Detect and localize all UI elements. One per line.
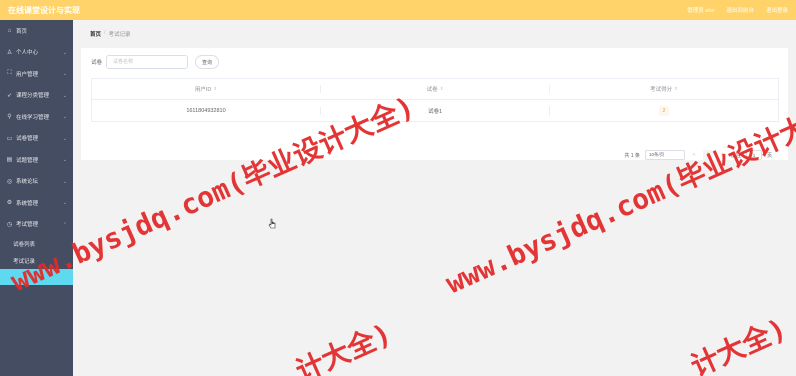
chevron-down-icon: ⌄ bbox=[62, 157, 67, 163]
column-header-user-id[interactable]: 用户ID ⇕ bbox=[92, 85, 320, 93]
sidebar-item-questions[interactable]: ▤ 试题管理 ⌄ bbox=[0, 149, 73, 171]
chevron-up-icon: ⌃ bbox=[62, 221, 67, 228]
chevron-down-icon: ⌄ bbox=[62, 178, 67, 185]
hand-cursor-icon bbox=[268, 218, 276, 229]
sidebar-item-label: 首页 bbox=[16, 28, 28, 35]
sidebar-item-label: 课程分类管理 bbox=[16, 93, 50, 100]
sidebar-subitem-exam-records[interactable]: 考试记录 bbox=[0, 252, 73, 269]
sidebar-item-label: 系统论坛 bbox=[16, 179, 39, 186]
pin-icon: ⚲ bbox=[7, 114, 12, 121]
main-content: 首页 / 考试记录 试卷 查询 用户ID ⇕ 试卷 ⇕ 考试得分 ⇕ bbox=[73, 20, 796, 376]
sidebar-item-online-learning[interactable]: ⚲ 在线学习管理 ⌄ bbox=[0, 106, 73, 128]
sidebar-item-forum[interactable]: ◎ 系统论坛 ⌄ bbox=[0, 171, 73, 193]
goto-unit: 页 bbox=[766, 152, 772, 159]
column-header-paper[interactable]: 试卷 ⇕ bbox=[320, 85, 549, 93]
chevron-down-icon: ⌄ bbox=[62, 135, 67, 142]
chevron-down-icon: ⌄ bbox=[62, 49, 67, 56]
sidebar-item-label: 系统管理 bbox=[16, 200, 39, 207]
current-user-label: 管理员 abo bbox=[687, 8, 715, 14]
prev-page-button[interactable]: < bbox=[690, 150, 698, 160]
breadcrumb-current: 考试记录 bbox=[108, 32, 131, 38]
records-table: 用户ID ⇕ 试卷 ⇕ 考试得分 ⇕ 1611804932810 试卷1 2 bbox=[91, 78, 779, 122]
sidebar-item-system[interactable]: ⚙ 系统管理 ⌄ bbox=[0, 192, 73, 214]
sidebar-item-profile[interactable]: ♙ 个人中心 ⌄ bbox=[0, 42, 73, 64]
sidebar-item-exams[interactable]: ◷ 考试管理 ⌃ bbox=[0, 214, 73, 236]
paper-search-input[interactable] bbox=[106, 55, 189, 69]
breadcrumb-separator: / bbox=[104, 30, 106, 36]
sidebar-item-label: 用户管理 bbox=[16, 71, 39, 78]
sidebar-item-label: 试卷管理 bbox=[16, 136, 39, 143]
user-icon: ♙ bbox=[6, 49, 13, 56]
sidebar: ⌂ 首页 ♙ 个人中心 ⌄ ⛶ 用户管理 ⌄ ➶ 课程分类管理 ⌄ ⚲ 在线学习… bbox=[0, 20, 73, 376]
doc-icon: ▭ bbox=[6, 135, 13, 142]
score-badge: 2 bbox=[659, 105, 669, 116]
page-number-current[interactable]: 1 bbox=[702, 150, 713, 160]
top-bar: 在线课堂设计与实现 管理员 abo 退出到前台 退出登录 bbox=[0, 0, 796, 20]
goto-label: 前往 bbox=[730, 152, 741, 159]
top-right-links: 管理员 abo 退出到前台 退出登录 bbox=[687, 6, 788, 14]
search-bar: 试卷 查询 bbox=[91, 55, 220, 69]
chevron-down-icon: ⌄ bbox=[62, 71, 67, 77]
gear-icon: ⚙ bbox=[6, 200, 13, 207]
users-icon: ⛶ bbox=[7, 70, 12, 77]
pagination: 共 1 条 10条/页 < 1 > 前往 1 页 bbox=[624, 150, 772, 160]
query-button[interactable]: 查询 bbox=[195, 55, 220, 69]
column-header-label: 用户ID bbox=[194, 87, 212, 93]
sidebar-item-label: 在线学习管理 bbox=[16, 114, 50, 121]
chevron-down-icon: ⌄ bbox=[62, 92, 67, 99]
breadcrumb-home[interactable]: 首页 bbox=[90, 30, 101, 38]
sort-icon[interactable]: ⇕ bbox=[213, 86, 217, 92]
page-size-select[interactable]: 10条/页 bbox=[644, 150, 685, 160]
send-icon: ➶ bbox=[6, 92, 13, 99]
frontend-link[interactable]: 退出到前台 bbox=[726, 6, 754, 14]
search-label: 试卷 bbox=[91, 60, 103, 66]
home-icon: ⌂ bbox=[7, 27, 12, 34]
page-size-value: 10条/页 bbox=[648, 152, 665, 157]
sort-icon[interactable]: ⇕ bbox=[674, 86, 678, 92]
sidebar-active-highlight[interactable] bbox=[0, 269, 73, 285]
chat-icon: ◎ bbox=[6, 178, 13, 185]
cell-score: 2 bbox=[549, 105, 778, 116]
column-header-label: 试卷 bbox=[426, 87, 438, 93]
sidebar-item-label: 个人中心 bbox=[16, 50, 39, 57]
sidebar-item-home[interactable]: ⌂ 首页 bbox=[0, 20, 73, 42]
chevron-down-icon: ⌄ bbox=[62, 200, 67, 206]
sidebar-subitem-label: 考试记录 bbox=[13, 258, 36, 265]
clock-icon: ◷ bbox=[6, 221, 13, 228]
column-header-label: 考试得分 bbox=[650, 87, 673, 93]
sidebar-item-papers[interactable]: ▭ 试卷管理 ⌄ bbox=[0, 128, 73, 150]
app-title: 在线课堂设计与实现 bbox=[8, 5, 80, 15]
next-page-button[interactable]: > bbox=[718, 150, 726, 160]
cell-user-id: 1611804932810 bbox=[186, 107, 226, 114]
content-card: 试卷 查询 用户ID ⇕ 试卷 ⇕ 考试得分 ⇕ 16118049 bbox=[81, 48, 788, 160]
table-header: 用户ID ⇕ 试卷 ⇕ 考试得分 ⇕ bbox=[92, 79, 778, 100]
sidebar-subitem-paper-list[interactable]: 试卷列表 bbox=[0, 235, 73, 252]
sidebar-subitem-label: 试卷列表 bbox=[13, 241, 36, 248]
column-header-score[interactable]: 考试得分 ⇕ bbox=[549, 85, 778, 93]
sidebar-item-label: 考试管理 bbox=[16, 222, 39, 229]
pagination-total: 共 1 条 bbox=[624, 152, 640, 159]
sidebar-item-users[interactable]: ⛶ 用户管理 ⌄ bbox=[0, 63, 73, 85]
sidebar-item-course-category[interactable]: ➶ 课程分类管理 ⌄ bbox=[0, 85, 73, 107]
logout-link[interactable]: 退出登录 bbox=[766, 6, 788, 14]
cell-paper: 试卷1 bbox=[320, 106, 549, 115]
table-row[interactable]: 1611804932810 试卷1 2 bbox=[92, 100, 778, 121]
sidebar-item-label: 试题管理 bbox=[16, 157, 39, 164]
sort-icon[interactable]: ⇕ bbox=[440, 86, 444, 92]
chevron-down-icon: ⌄ bbox=[62, 114, 67, 120]
list-icon: ▤ bbox=[6, 157, 13, 164]
goto-page-input[interactable]: 1 bbox=[745, 150, 762, 160]
breadcrumb: 首页 / 考试记录 bbox=[90, 30, 131, 38]
